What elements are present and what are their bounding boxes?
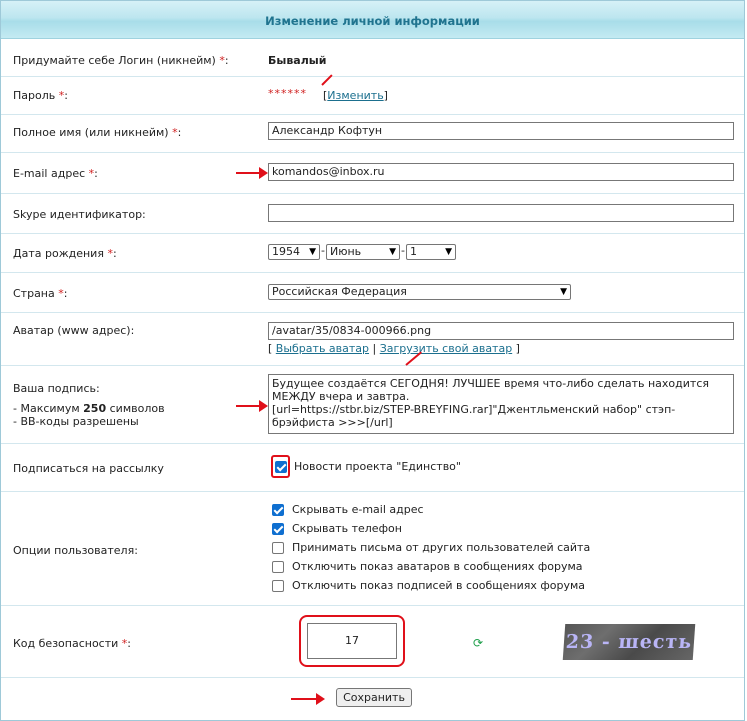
annotation-arrow-icon	[236, 400, 268, 412]
row-divider	[1, 365, 744, 366]
signature-rule-bbcode: - BB-коды разрешены	[13, 415, 139, 428]
country-label: Страна *:	[13, 287, 68, 300]
row-divider	[1, 152, 744, 153]
form-header: Изменение личной информации	[1, 1, 744, 39]
row-divider	[1, 312, 744, 313]
subscribe-label: Подписаться на рассылку	[13, 462, 164, 475]
captcha-image: 23 - шесть	[562, 624, 696, 660]
avatar-label: Аватар (www адрес):	[13, 324, 135, 337]
option-hide-signatures-label: Отключить показ подписей в сообщениях фо…	[292, 579, 586, 592]
login-value: Бывалый	[268, 54, 327, 67]
row-divider	[1, 114, 744, 115]
option-hide-phone-checkbox[interactable]	[272, 523, 284, 535]
annotation-arrow-icon	[236, 167, 268, 179]
date-separator: -	[321, 244, 325, 257]
option-hide-avatars-checkbox[interactable]	[272, 561, 284, 573]
change-password: [Изменить]	[323, 89, 388, 102]
date-separator: -	[401, 244, 405, 257]
avatar-links: [ Выбрать аватар | Загрузить свой аватар…	[268, 342, 520, 355]
signature-label: Ваша подпись:	[13, 382, 100, 395]
option-hide-phone-label: Скрывать телефон	[292, 522, 402, 535]
fullname-input[interactable]: Александр Кофтун	[268, 122, 734, 140]
row-divider	[1, 233, 744, 234]
option-accept-messages-checkbox[interactable]	[272, 542, 284, 554]
row-divider	[1, 677, 744, 678]
form-frame	[0, 0, 745, 721]
options-label: Опции пользователя:	[13, 544, 138, 557]
upload-avatar-link[interactable]: Загрузить свой аватар	[380, 342, 512, 355]
chevron-down-icon: ▼	[309, 247, 316, 257]
avatar-url-input[interactable]: /avatar/35/0834-000966.png	[268, 322, 734, 340]
page-title: Изменение личной информации	[265, 14, 480, 28]
signature-textarea[interactable]: Будущее создаётся СЕГОДНЯ! ЛУЧШЕЕ время …	[268, 374, 734, 434]
choose-avatar-link[interactable]: Выбрать аватар	[276, 342, 369, 355]
chevron-down-icon: ▼	[445, 247, 452, 257]
row-divider	[1, 193, 744, 194]
row-divider	[1, 76, 744, 77]
option-hide-email-label: Скрывать e-mail адрес	[292, 503, 424, 516]
password-label: Пароль *:	[13, 89, 68, 102]
chevron-down-icon: ▼	[389, 247, 396, 257]
login-label: Придумайте себе Логин (никнейм) *:	[13, 54, 229, 67]
annotation-arrow-icon	[291, 693, 325, 705]
fullname-label: Полное имя (или никнейм) *:	[13, 126, 182, 139]
row-divider	[1, 272, 744, 273]
newsletter-label: Новости проекта "Единство"	[294, 460, 461, 473]
change-password-link[interactable]: Изменить	[327, 89, 383, 102]
save-button[interactable]: Сохранить	[336, 688, 412, 707]
row-divider	[1, 443, 744, 444]
birthdate-label: Дата рождения *:	[13, 247, 117, 260]
birth-year-select[interactable]: 1954 ▼	[268, 244, 320, 260]
option-hide-email-checkbox[interactable]	[272, 504, 284, 516]
captcha-label: Код безопасности *:	[13, 637, 131, 650]
row-divider	[1, 491, 744, 492]
row-divider	[1, 605, 744, 606]
signature-text: Будущее создаётся СЕГОДНЯ! ЛУЧШЕЕ время …	[272, 377, 709, 429]
captcha-input[interactable]: 17	[307, 623, 397, 659]
password-mask: ******	[268, 87, 307, 100]
birth-day-select[interactable]: 1 ▼	[406, 244, 456, 260]
option-hide-signatures-checkbox[interactable]	[272, 580, 284, 592]
skype-input[interactable]	[268, 204, 734, 222]
chevron-down-icon: ▼	[560, 287, 567, 297]
country-select[interactable]: Российская Федерация ▼	[268, 284, 571, 300]
refresh-icon[interactable]: ⟳	[473, 636, 483, 650]
signature-rule-max: - Максимум 250 символов	[13, 402, 165, 415]
birth-month-select[interactable]: Июнь ▼	[326, 244, 400, 260]
skype-label: Skype идентификатор:	[13, 208, 146, 221]
newsletter-checkbox[interactable]	[275, 461, 287, 473]
option-hide-avatars-label: Отключить показ аватаров в сообщениях фо…	[292, 560, 583, 573]
email-input[interactable]: komandos@inbox.ru	[268, 163, 734, 181]
option-accept-messages-label: Принимать письма от других пользователей…	[292, 541, 591, 554]
email-label: E-mail адрес *:	[13, 167, 98, 180]
